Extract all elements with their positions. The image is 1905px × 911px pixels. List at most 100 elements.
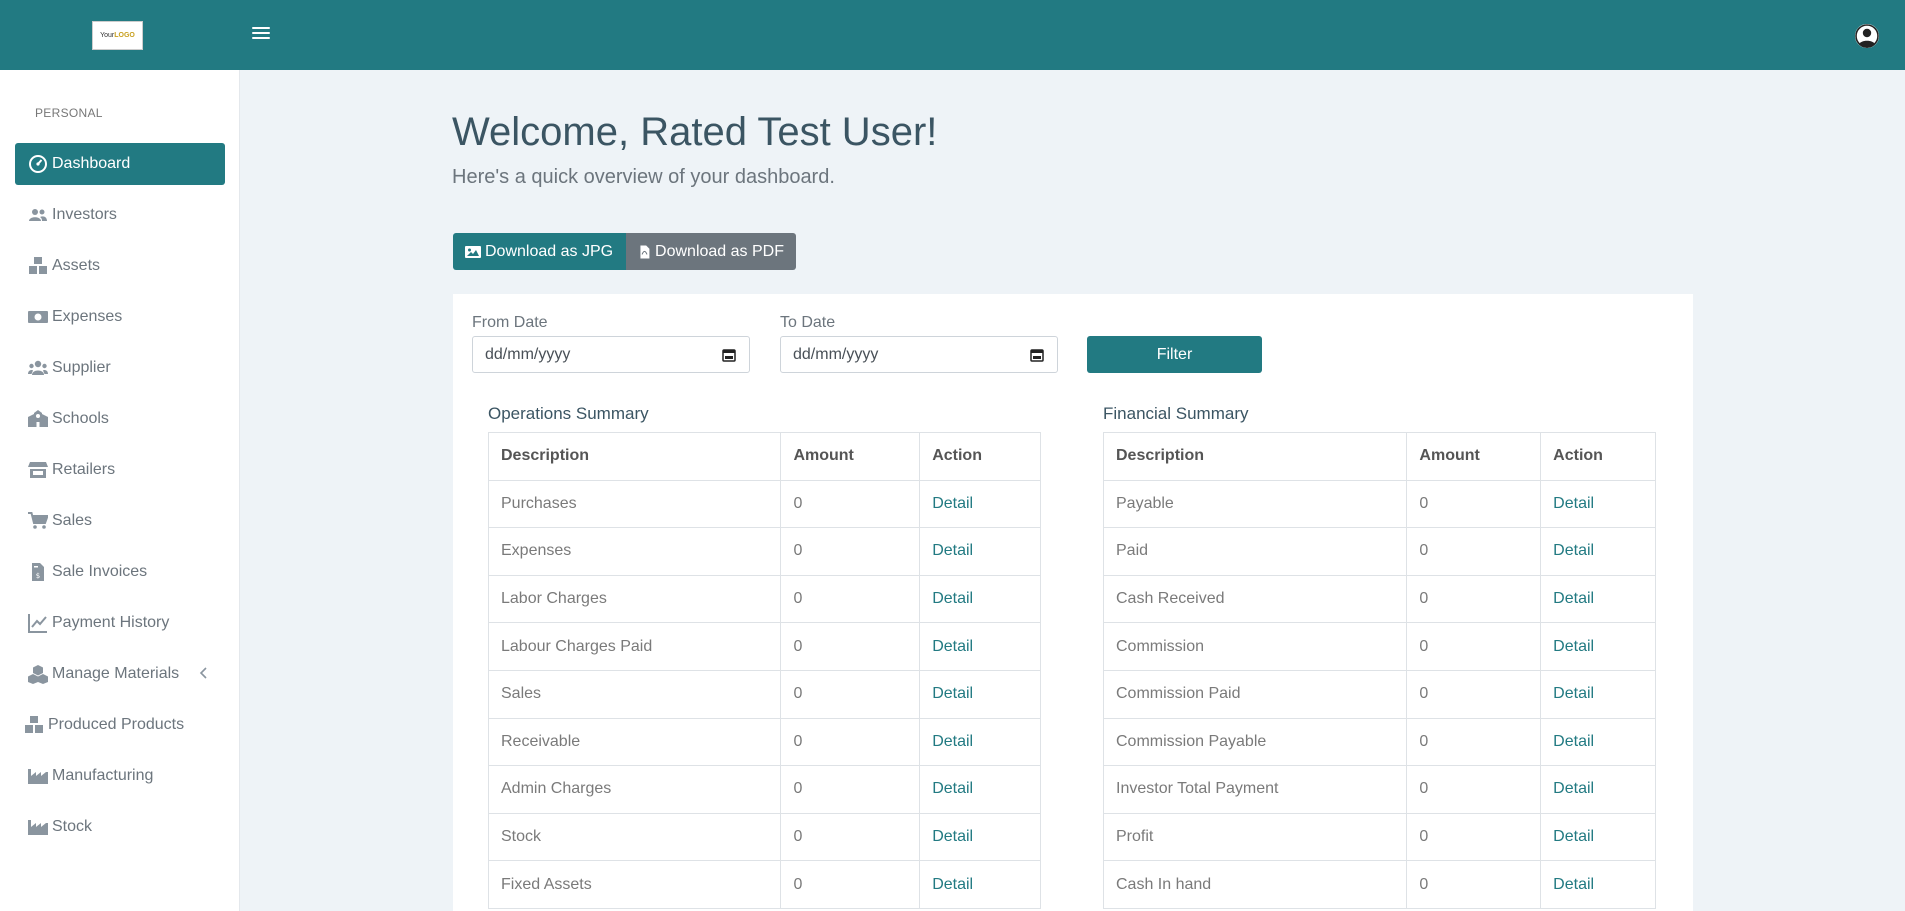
detail-link[interactable]: Detail	[1540, 717, 1656, 767]
chevron-left-icon[interactable]	[197, 666, 211, 680]
detail-link[interactable]: Detail	[1540, 574, 1656, 624]
amount-cell: 0	[1406, 669, 1542, 719]
description-cell: Fixed Assets	[487, 860, 782, 909]
boxes-icon	[27, 256, 49, 276]
from-date-label: From Date	[472, 314, 548, 331]
sidebar-item-supplier[interactable]: Supplier	[15, 347, 225, 389]
amount-cell: 0	[780, 669, 921, 719]
sidebar-item-schools[interactable]: Schools	[15, 398, 225, 440]
column-header: Description	[487, 432, 782, 481]
sidebar-item-assets[interactable]: Assets	[15, 245, 225, 287]
filter-button[interactable]: Filter	[1087, 336, 1262, 373]
sidebar-item-investors[interactable]: Investors	[15, 194, 225, 236]
sidebar-heading: PERSONAL	[35, 106, 103, 120]
detail-link[interactable]: Detail	[1540, 812, 1656, 862]
detail-link[interactable]: Detail	[919, 860, 1041, 909]
description-cell: Profit	[1102, 812, 1408, 862]
description-cell: Sales	[487, 669, 782, 719]
amount-cell: 0	[1406, 717, 1542, 767]
logo-text-brand: LOGO	[114, 32, 135, 39]
hamburger-icon[interactable]	[252, 24, 272, 42]
calendar-icon[interactable]	[1030, 348, 1044, 362]
amount-cell: 0	[780, 479, 921, 529]
chart-line-icon	[27, 613, 49, 633]
sidebar-item-manufacturing[interactable]: Manufacturing	[15, 755, 225, 797]
download-jpg-button[interactable]: Download as JPG	[453, 233, 626, 270]
sidebar-item-sales[interactable]: Sales	[15, 500, 225, 542]
user-group-icon	[27, 358, 49, 378]
sidebar-item-label: Manufacturing	[52, 767, 154, 784]
summary-card: From Date dd/mm/yyyy To Date dd/mm/yyyy …	[453, 294, 1693, 911]
amount-cell: 0	[1406, 479, 1542, 529]
boxes-icon	[23, 715, 45, 735]
description-cell: Paid	[1102, 527, 1408, 576]
sidebar-item-label: Schools	[52, 410, 109, 427]
description-cell: Commission Payable	[1102, 717, 1408, 767]
table-row: Commission Paid 0 Detail	[1102, 669, 1656, 719]
detail-link[interactable]: Detail	[919, 622, 1041, 671]
sidebar-item-payment-history[interactable]: Payment History	[15, 602, 225, 644]
page-title: Welcome, Rated Test User!	[452, 110, 938, 154]
to-date-label: To Date	[780, 314, 836, 331]
detail-link[interactable]: Detail	[919, 765, 1041, 814]
school-icon	[27, 409, 49, 429]
description-cell: Cash Received	[1102, 574, 1408, 624]
sidebar-item-retailers[interactable]: Retailers	[15, 449, 225, 491]
table-row: Expenses 0 Detail	[487, 527, 1041, 576]
detail-link[interactable]: Detail	[919, 574, 1041, 624]
detail-link[interactable]: Detail	[919, 527, 1041, 576]
sidebar-item-label: Sale Invoices	[52, 563, 148, 580]
sidebar-item-label: Payment History	[52, 614, 170, 631]
description-cell: Admin Charges	[487, 765, 782, 814]
company-logo[interactable]: Your LOGO	[92, 21, 143, 50]
detail-link[interactable]: Detail	[1540, 765, 1656, 814]
to-date-placeholder: dd/mm/yyyy	[793, 345, 879, 363]
detail-link[interactable]: Detail	[1540, 479, 1656, 529]
detail-link[interactable]: Detail	[919, 479, 1041, 529]
cubes-icon	[27, 664, 49, 684]
detail-link[interactable]: Detail	[919, 669, 1041, 719]
amount-cell: 0	[1406, 765, 1542, 814]
column-header: Amount	[780, 432, 921, 481]
sidebar-item-dashboard[interactable]: Dashboard	[15, 143, 225, 185]
table-row: Labour Charges Paid 0 Detail	[487, 622, 1041, 671]
description-cell: Expenses	[487, 527, 782, 576]
from-date-input[interactable]: dd/mm/yyyy	[472, 336, 750, 373]
sidebar-item-stock[interactable]: Stock	[15, 806, 225, 848]
store-icon	[27, 460, 49, 480]
description-cell: Receivable	[487, 717, 782, 767]
table-row: Commission 0 Detail	[1102, 622, 1656, 671]
table-row: Profit 0 Detail	[1102, 812, 1656, 862]
amount-cell: 0	[780, 765, 921, 814]
to-date-input[interactable]: dd/mm/yyyy	[780, 336, 1058, 373]
sidebar-item-manage-materials[interactable]: Manage Materials	[15, 653, 225, 695]
download-pdf-button[interactable]: Download as PDF	[626, 233, 796, 270]
sidebar-item-label: Retailers	[52, 461, 116, 478]
detail-link[interactable]: Detail	[919, 812, 1041, 862]
svg-text:$: $	[36, 572, 40, 580]
image-icon	[465, 245, 481, 258]
amount-cell: 0	[780, 574, 921, 624]
sidebar-item-label: Stock	[52, 818, 93, 835]
operations-summary-title: Operations Summary	[488, 404, 649, 423]
detail-link[interactable]: Detail	[919, 717, 1041, 767]
invoice-icon: $	[27, 562, 49, 582]
amount-cell: 0	[780, 860, 921, 909]
sidebar-item-sale-invoices[interactable]: $ Sale Invoices	[15, 551, 225, 593]
column-header: Description	[1102, 432, 1408, 481]
download-jpg-label: Download as JPG	[485, 242, 614, 260]
detail-link[interactable]: Detail	[1540, 860, 1656, 909]
detail-link[interactable]: Detail	[1540, 622, 1656, 671]
user-avatar-icon[interactable]	[1855, 24, 1879, 48]
sidebar-item-expenses[interactable]: Expenses	[15, 296, 225, 338]
detail-link[interactable]: Detail	[1540, 527, 1656, 576]
table-row: Stock 0 Detail	[487, 812, 1041, 862]
detail-link[interactable]: Detail	[1540, 669, 1656, 719]
table-row: Investor Total Payment 0 Detail	[1102, 765, 1656, 814]
top-bar: Your LOGO	[0, 0, 1905, 70]
sidebar-item-label: Produced Products	[48, 716, 185, 733]
sidebar-item-produced-products[interactable]: Produced Products	[15, 704, 225, 746]
description-cell: Commission Paid	[1102, 669, 1408, 719]
calendar-icon[interactable]	[722, 348, 736, 362]
table-row: Commission Payable 0 Detail	[1102, 717, 1656, 767]
